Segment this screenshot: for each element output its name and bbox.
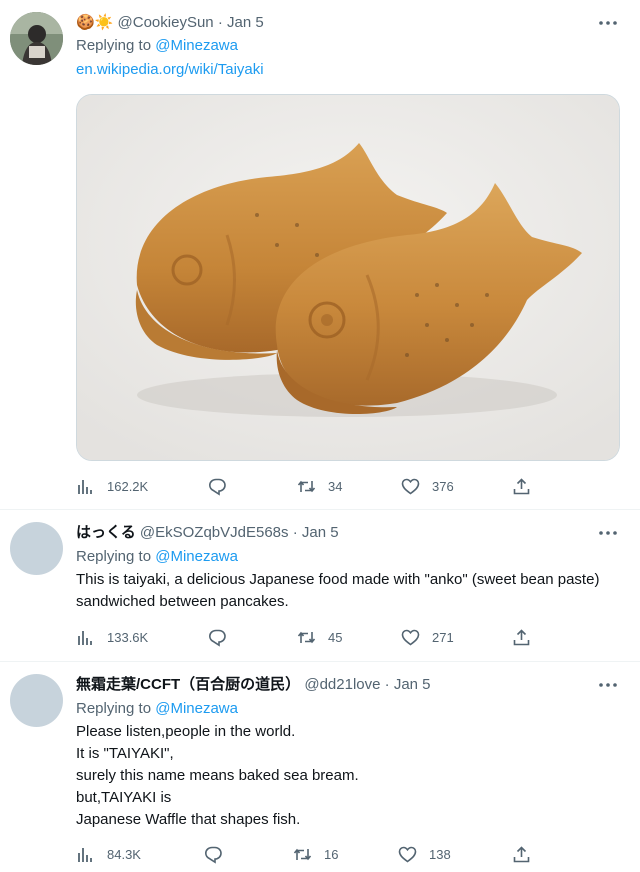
views-button[interactable]: 133.6K bbox=[76, 626, 148, 648]
avatar[interactable] bbox=[10, 674, 63, 727]
action-bar: 162.2K 34 376 bbox=[76, 475, 546, 497]
views-icon bbox=[76, 628, 95, 647]
replying-prefix: Replying to bbox=[76, 548, 152, 565]
more-icon[interactable] bbox=[596, 12, 620, 34]
tweet-text: Please listen,people in the world. It is… bbox=[76, 723, 359, 828]
user-name[interactable]: 無霜走葉/CCFT（百合厨の道民） bbox=[76, 676, 300, 693]
tweet-cookieysun[interactable]: 🍪☀️ @CookieySun · Jan 5 Replying to @Min… bbox=[0, 0, 640, 510]
wikipedia-link[interactable]: en.wikipedia.org/wiki/Taiyaki bbox=[76, 59, 264, 81]
views-icon bbox=[76, 477, 95, 496]
share-button[interactable] bbox=[512, 475, 531, 497]
tweet-header: 無霜走葉/CCFT（百合厨の道民） @dd21love · Jan 5 bbox=[76, 674, 431, 696]
share-button[interactable] bbox=[512, 626, 531, 648]
tweet-text: This is taiyaki, a delicious Japanese fo… bbox=[76, 571, 600, 610]
user-handle[interactable]: @dd21love bbox=[304, 676, 380, 693]
user-handle[interactable]: @EkSOZqbVJdE568s bbox=[140, 524, 289, 541]
tweet-date[interactable]: Jan 5 bbox=[227, 14, 264, 31]
views-count: 133.6K bbox=[107, 629, 149, 645]
like-icon bbox=[398, 845, 417, 864]
emoji-name: 🍪☀️ bbox=[76, 14, 114, 31]
separator-dot: · bbox=[292, 524, 298, 541]
separator-dot: · bbox=[217, 14, 223, 31]
tweet-date[interactable]: Jan 5 bbox=[302, 524, 339, 541]
share-button[interactable] bbox=[512, 843, 531, 865]
tweet-date[interactable]: Jan 5 bbox=[394, 676, 431, 693]
replying-to-link[interactable]: @Minezawa bbox=[155, 700, 238, 717]
retweet-button[interactable]: 16 bbox=[293, 843, 338, 865]
like-button[interactable]: 271 bbox=[401, 626, 454, 648]
retweet-icon bbox=[297, 477, 316, 496]
tweet-dd21love[interactable]: 無霜走葉/CCFT（百合厨の道民） @dd21love · Jan 5 Repl… bbox=[0, 662, 640, 872]
retweet-count: 34 bbox=[328, 478, 343, 494]
action-bar: 133.6K 45 271 bbox=[76, 626, 546, 648]
tweet-hakkuru[interactable]: はっくる @EkSOZqbVJdE568s · Jan 5 Replying t… bbox=[0, 510, 640, 662]
more-icon[interactable] bbox=[596, 522, 620, 544]
avatar[interactable] bbox=[10, 522, 63, 575]
views-button[interactable]: 84.3K bbox=[76, 843, 141, 865]
like-icon bbox=[401, 477, 420, 496]
replying-to: Replying to @Minezawa bbox=[76, 698, 238, 720]
like-count: 376 bbox=[432, 478, 454, 494]
retweet-button[interactable]: 34 bbox=[297, 475, 342, 497]
views-button[interactable]: 162.2K bbox=[76, 475, 148, 497]
share-icon bbox=[512, 628, 531, 647]
replying-to: Replying to @Minezawa bbox=[76, 546, 238, 568]
user-handle[interactable]: @CookieySun bbox=[118, 14, 214, 31]
tweet-header: 🍪☀️ @CookieySun · Jan 5 bbox=[76, 12, 264, 34]
replying-to: Replying to @Minezawa bbox=[76, 35, 238, 57]
replying-prefix: Replying to bbox=[76, 37, 152, 54]
retweet-button[interactable]: 45 bbox=[297, 626, 342, 648]
reply-icon bbox=[204, 845, 223, 864]
reply-button[interactable] bbox=[208, 626, 227, 648]
action-bar: 84.3K 16 138 bbox=[76, 843, 546, 865]
retweet-icon bbox=[293, 845, 312, 864]
share-icon bbox=[512, 845, 531, 864]
views-count: 84.3K bbox=[107, 846, 141, 862]
views-icon bbox=[76, 845, 95, 864]
replying-to-link[interactable]: @Minezawa bbox=[155, 548, 238, 565]
reply-icon bbox=[208, 628, 227, 647]
avatar[interactable] bbox=[10, 12, 63, 65]
reply-button[interactable] bbox=[204, 843, 223, 865]
tweet-header: はっくる @EkSOZqbVJdE568s · Jan 5 bbox=[76, 522, 339, 544]
taiyaki-photo bbox=[77, 95, 619, 460]
like-count: 271 bbox=[432, 629, 454, 645]
avatar-photo bbox=[10, 12, 63, 65]
user-name[interactable]: はっくる bbox=[76, 524, 136, 541]
like-count: 138 bbox=[429, 846, 451, 862]
reply-icon bbox=[208, 477, 227, 496]
separator-dot: · bbox=[384, 676, 390, 693]
replying-to-link[interactable]: @Minezawa bbox=[155, 37, 238, 54]
like-icon bbox=[401, 628, 420, 647]
views-count: 162.2K bbox=[107, 478, 149, 494]
retweet-count: 45 bbox=[328, 629, 343, 645]
replying-prefix: Replying to bbox=[76, 700, 152, 717]
reply-button[interactable] bbox=[208, 475, 227, 497]
share-icon bbox=[512, 477, 531, 496]
retweet-count: 16 bbox=[324, 846, 339, 862]
like-button[interactable]: 376 bbox=[401, 475, 454, 497]
tweet-image-taiyaki[interactable] bbox=[76, 94, 620, 461]
retweet-icon bbox=[297, 628, 316, 647]
like-button[interactable]: 138 bbox=[398, 843, 451, 865]
more-icon[interactable] bbox=[596, 674, 620, 696]
